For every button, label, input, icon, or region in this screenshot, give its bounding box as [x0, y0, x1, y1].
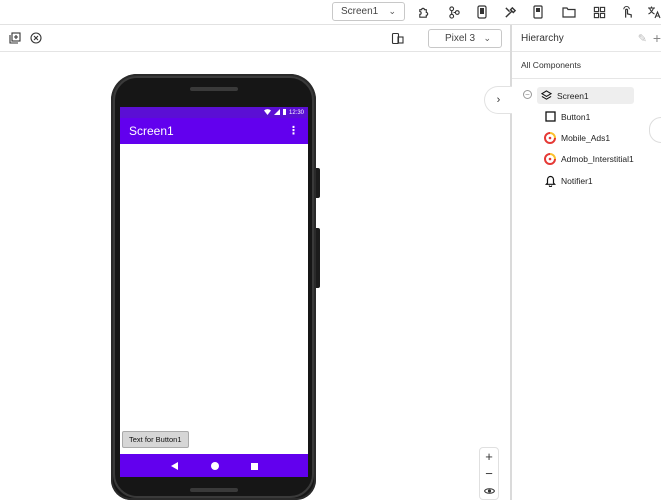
power-button	[316, 168, 320, 198]
tree-item-label: Button1	[561, 111, 591, 122]
phone-icon[interactable]	[474, 4, 490, 20]
tree-item-label: Admob_Interstitial1	[561, 153, 634, 164]
tree-item-label: Notifier1	[561, 175, 593, 186]
device-selector-label: Pixel 3	[445, 33, 476, 44]
tree-item-button1[interactable]: Button1	[544, 108, 590, 125]
build-icon[interactable]	[502, 4, 518, 20]
tree-item-label: Screen1	[557, 90, 589, 101]
ads-icon	[544, 152, 556, 165]
back-icon[interactable]	[170, 457, 179, 475]
edit-icon[interactable]: ✎	[638, 32, 647, 45]
collapse-panel-button[interactable]: ›	[484, 86, 512, 114]
speaker-top	[190, 87, 238, 91]
hierarchy-header: Hierarchy ✎ +	[512, 25, 661, 52]
app-bar: Screen1 ⋮	[120, 118, 308, 144]
button-icon	[544, 111, 556, 123]
all-components-label: All Components	[512, 52, 661, 79]
zoom-in-button[interactable]: +	[480, 448, 498, 465]
signal-icon	[273, 108, 280, 117]
grid-icon[interactable]	[591, 4, 607, 20]
blocks-icon[interactable]	[446, 4, 462, 20]
puzzle-icon[interactable]	[415, 4, 431, 20]
folder-icon[interactable]	[561, 4, 577, 20]
chevron-right-icon: ›	[496, 94, 501, 106]
viewer-toolbar: Pixel 3 ⌄	[0, 25, 510, 52]
bell-icon	[544, 175, 556, 187]
home-icon[interactable]	[210, 457, 219, 475]
tree-item-notifier1[interactable]: Notifier1	[544, 172, 593, 189]
screen-selector-label: Screen1	[341, 6, 379, 17]
screen-selector[interactable]: Screen1 ⌄	[332, 2, 405, 21]
wifi-icon	[263, 108, 271, 117]
translate-icon[interactable]	[646, 4, 661, 20]
volume-button	[316, 228, 320, 288]
top-toolbar: Screen1 ⌄	[0, 0, 661, 25]
speaker-bottom	[190, 488, 238, 492]
chevron-down-icon: ⌄	[388, 6, 396, 16]
battery-icon	[282, 108, 286, 117]
phone-screen: 12:30 Screen1 ⋮ Text for Button1	[120, 107, 308, 477]
status-bar: 12:30	[120, 107, 308, 118]
collapse-tree-icon[interactable]: –	[523, 90, 532, 99]
layers-icon	[540, 90, 552, 102]
tree-item-label: Mobile_Ads1	[561, 132, 611, 143]
app-title: Screen1	[129, 124, 174, 138]
tree-item-admob-interstitial1[interactable]: Admob_Interstitial1	[544, 150, 634, 167]
tree-item-screen1[interactable]: Screen1	[537, 87, 634, 104]
screen-content: Text for Button1	[120, 144, 308, 454]
touch-icon[interactable]	[619, 4, 635, 20]
recents-icon[interactable]	[250, 457, 258, 475]
button1[interactable]: Text for Button1	[122, 431, 189, 448]
nav-bar	[120, 454, 308, 477]
add-icon[interactable]: +	[653, 30, 661, 46]
zoom-out-button[interactable]: −	[480, 465, 498, 482]
chevron-down-icon: ⌄	[483, 33, 491, 43]
remove-screen-icon[interactable]	[29, 31, 43, 45]
project-icon[interactable]	[530, 4, 546, 20]
device-selector[interactable]: Pixel 3 ⌄	[428, 29, 502, 48]
add-screen-icon[interactable]	[8, 31, 22, 45]
preview-eye-icon[interactable]	[480, 482, 498, 499]
status-time: 12:30	[288, 109, 304, 116]
tree-item-mobile-ads1[interactable]: Mobile_Ads1	[544, 129, 610, 146]
hierarchy-title: Hierarchy	[521, 32, 564, 44]
zoom-controls: + −	[479, 447, 499, 500]
device-toggle-icon[interactable]	[390, 31, 404, 45]
ads-icon	[544, 131, 556, 144]
overflow-menu-icon[interactable]: ⋮	[288, 124, 299, 137]
